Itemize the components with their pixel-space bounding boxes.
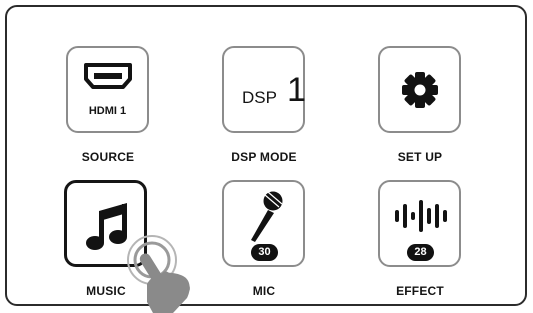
hdmi-icon [84,63,132,89]
dsp-mode-label: DSP MODE [231,150,297,164]
hdmi-caption: HDMI 1 [88,105,127,117]
effect-tile[interactable]: 28 [378,180,461,267]
waveform-icon [395,200,447,232]
source-tile[interactable]: HDMI 1 [66,46,149,133]
effect-label: EFFECT [396,284,444,298]
setup-tile[interactable] [378,46,461,133]
dsp-mode-value: 1 [287,71,306,109]
microphone-icon [251,191,283,242]
touch-hand-icon [127,235,190,313]
mic-label: MIC [252,284,276,298]
mic-level-badge: 30 [251,244,278,261]
gear-icon [402,72,438,108]
dsp-caption: DSP [242,88,277,107]
dsp-mode-tile[interactable]: DSP 1 [222,46,306,133]
mic-tile[interactable]: 30 [222,180,305,267]
setup-label: SET UP [397,150,443,164]
source-label: SOURCE [81,150,135,164]
effect-level-badge: 28 [407,244,434,261]
